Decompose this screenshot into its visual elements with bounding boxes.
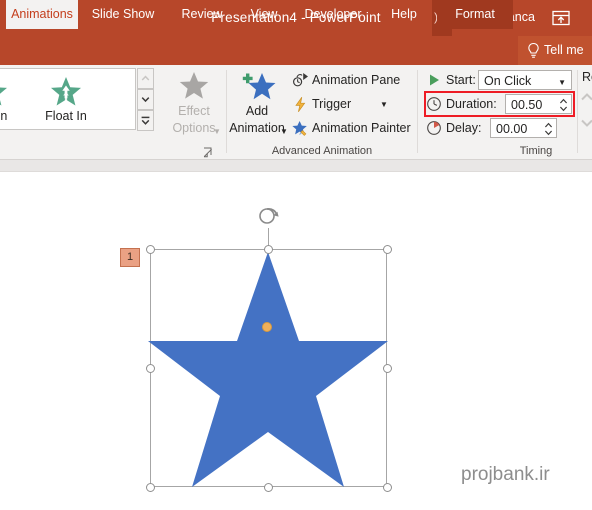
handle-bottom-center[interactable] [264, 483, 273, 492]
delay-value: 00.00 [496, 122, 528, 136]
chevron-down-icon: ▼ [213, 127, 221, 136]
effect-options-label-line1: Effect [178, 104, 210, 118]
add-animation-button[interactable]: Add Animation ▼ [228, 68, 288, 146]
delay-label: Delay: [446, 121, 482, 135]
delay-spinner[interactable] [544, 121, 553, 137]
gallery-scroll-down-button[interactable] [137, 89, 154, 110]
start-combobox[interactable]: On Click ▼ [478, 70, 572, 90]
effect-options-star-icon [177, 70, 211, 102]
handle-middle-left[interactable] [146, 364, 155, 373]
chevron-down-icon: ▼ [380, 100, 388, 109]
move-earlier-button[interactable] [579, 90, 592, 104]
effect-options-button[interactable]: Effect Options ▼ [163, 68, 225, 146]
handle-middle-right[interactable] [383, 364, 392, 373]
start-value: On Click [484, 74, 532, 88]
group-separator-2 [417, 70, 418, 153]
play-triangle-icon [426, 72, 442, 88]
gallery-item-label: Float In [45, 109, 87, 123]
fly-in-star-icon [0, 75, 10, 109]
rotate-icon[interactable] [256, 204, 280, 228]
present-online-icon[interactable] [551, 8, 571, 28]
tab-review[interactable]: Review [175, 0, 229, 29]
handle-top-center[interactable] [264, 245, 273, 254]
tab-format[interactable]: Format [437, 0, 513, 29]
group-separator-3 [577, 70, 578, 153]
gallery-item-fly-in[interactable]: Fly In [0, 69, 25, 129]
tab-view[interactable]: View [243, 0, 285, 29]
delay-input[interactable]: 00.00 [490, 118, 557, 138]
tab-animations[interactable]: Animations [6, 0, 78, 29]
animation-pane-label: Animation Pane [312, 73, 401, 87]
chevron-down-icon: ▼ [280, 127, 288, 136]
handle-bottom-left[interactable] [146, 483, 155, 492]
gallery-scroll-up-button[interactable] [137, 68, 154, 89]
animation-gallery[interactable]: Fly In Float In [0, 68, 136, 130]
handle-top-right[interactable] [383, 245, 392, 254]
move-later-button[interactable] [579, 116, 592, 130]
canvas-top-strip [0, 160, 592, 172]
gallery-more-button[interactable] [137, 110, 154, 131]
animation-painter-icon [292, 120, 309, 137]
ribbon-tab-strip [0, 36, 592, 65]
powerpoint-window: Presentation4 - PowerPoint ), Garnet Bia… [0, 0, 592, 510]
duration-highlight-box [424, 91, 575, 117]
trigger-lightning-icon [292, 96, 309, 113]
chevron-down-icon: ▼ [558, 78, 566, 87]
add-animation-icon [240, 70, 276, 102]
animation-pane-icon [292, 72, 309, 89]
gallery-item-label: Fly In [0, 109, 8, 123]
star-adjust-dot[interactable] [262, 322, 272, 332]
add-animation-label-line1: Add [245, 104, 269, 118]
timing-group-label: Timing [519, 145, 553, 157]
star-shape[interactable] [148, 248, 388, 488]
tab-help[interactable]: Help [384, 0, 424, 29]
handle-top-left[interactable] [146, 245, 155, 254]
tab-developer[interactable]: Developer [297, 0, 369, 29]
animation-painter-label: Animation Painter [312, 121, 411, 135]
delay-clock-icon [426, 120, 442, 136]
watermark-text: projbank.ir [461, 464, 550, 485]
start-label: Start: [446, 73, 476, 87]
float-in-star-icon [48, 75, 84, 109]
advanced-animation-group-label: Advanced Animation [271, 145, 373, 157]
trigger-label: Trigger [312, 97, 352, 111]
handle-bottom-right[interactable] [383, 483, 392, 492]
animation-order-tag[interactable]: 1 [120, 248, 140, 267]
tab-slide-show[interactable]: Slide Show [88, 0, 158, 29]
gallery-item-float-in[interactable]: Float In [33, 69, 99, 129]
reorder-animation-label: Re [582, 70, 592, 84]
dialog-launcher-icon[interactable] [203, 145, 214, 158]
tell-me-search[interactable]: Tell me [518, 36, 592, 65]
lightbulb-icon [526, 42, 541, 59]
tell-me-label: Tell me [544, 43, 584, 57]
